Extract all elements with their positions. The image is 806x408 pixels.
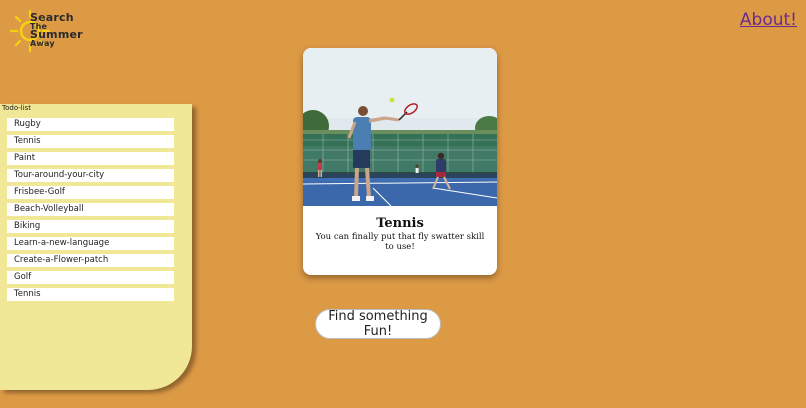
todo-item[interactable]: Tennis	[7, 135, 174, 148]
card-description: You can finally put that fly swatter ski…	[315, 232, 485, 252]
todo-item[interactable]: Paint	[7, 152, 174, 165]
logo-wordmark: Search The Summer Away	[30, 12, 83, 48]
todo-item[interactable]: Tennis	[7, 288, 174, 301]
activity-card: Tennis You can finally put that fly swat…	[303, 48, 497, 275]
todo-list: Rugby Tennis Paint Tour-around-your-city…	[7, 118, 174, 305]
todo-item[interactable]: Frisbee-Golf	[7, 186, 174, 199]
todo-item[interactable]: Learn-a-new-language	[7, 237, 174, 250]
todo-item[interactable]: Create-a-Flower-patch	[7, 254, 174, 267]
todo-item[interactable]: Tour-around-your-city	[7, 169, 174, 182]
card-title: Tennis	[376, 216, 424, 231]
todo-title: Todo-list	[2, 104, 32, 112]
about-link[interactable]: About!	[740, 10, 797, 30]
todo-item[interactable]: Biking	[7, 220, 174, 233]
find-fun-button[interactable]: Find something Fun!	[315, 309, 441, 339]
todo-item[interactable]: Beach-Volleyball	[7, 203, 174, 216]
site-logo[interactable]: Search The Summer Away	[8, 8, 83, 54]
todo-item[interactable]: Rugby	[7, 118, 174, 131]
tennis-players-photo	[303, 48, 497, 206]
logo-line: Away	[30, 39, 55, 48]
todo-panel: Todo-list Rugby Tennis Paint Tour-around…	[0, 104, 192, 390]
todo-item[interactable]: Golf	[7, 271, 174, 284]
